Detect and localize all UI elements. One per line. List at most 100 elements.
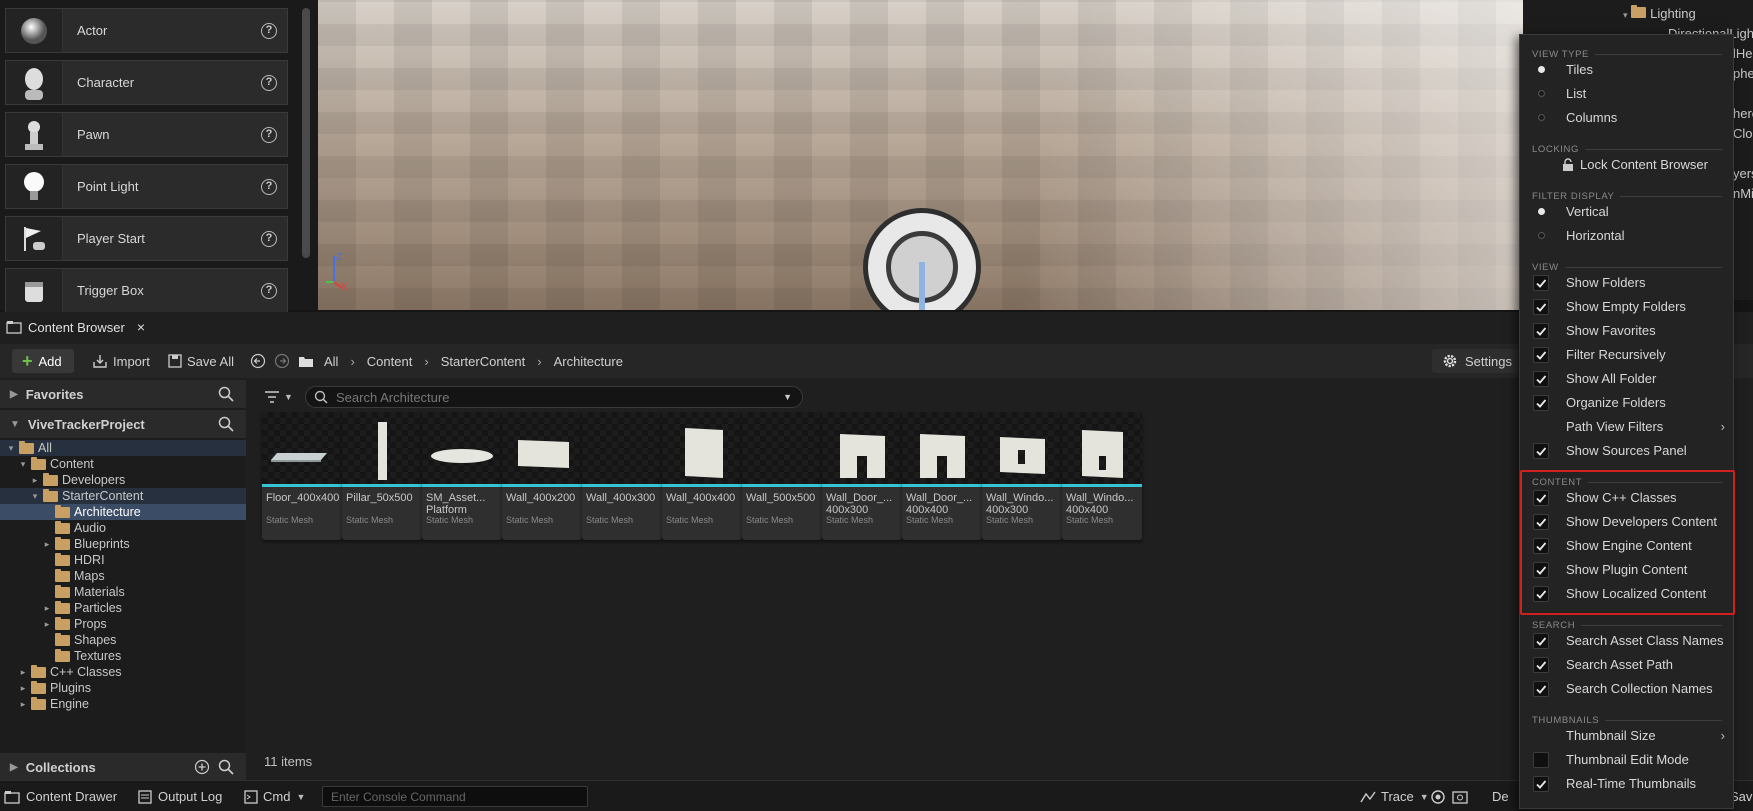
tree-item[interactable]: Maps bbox=[0, 568, 246, 584]
level-viewport[interactable]: Z X bbox=[318, 0, 1523, 310]
menu-item[interactable]: Show Empty Folders bbox=[1520, 295, 1733, 318]
place-actor-item[interactable]: Actor ? bbox=[5, 8, 288, 53]
chevron-down-icon[interactable]: ▾ bbox=[6, 443, 16, 454]
chevron-right-icon[interactable]: ▸ bbox=[42, 539, 52, 550]
close-icon[interactable]: × bbox=[137, 319, 145, 335]
breadcrumb-item[interactable]: StarterContent bbox=[441, 354, 526, 369]
tree-item[interactable]: ▾ All bbox=[0, 440, 246, 456]
menu-item[interactable]: Search Asset Path bbox=[1520, 653, 1733, 676]
menu-item[interactable]: Path View Filters › bbox=[1520, 415, 1733, 438]
help-icon[interactable]: ? bbox=[261, 74, 277, 91]
menu-item[interactable]: Show C++ Classes bbox=[1520, 486, 1733, 509]
menu-item[interactable]: Search Asset Class Names bbox=[1520, 629, 1733, 652]
tree-item[interactable]: ▸ Plugins bbox=[0, 680, 246, 696]
place-actor-item[interactable]: Player Start ? bbox=[5, 216, 288, 261]
menu-item[interactable]: Organize Folders bbox=[1520, 391, 1733, 414]
outliner-item-fragment[interactable]: yers bbox=[1733, 166, 1753, 181]
menu-item[interactable]: Show Folders bbox=[1520, 271, 1733, 294]
tree-item[interactable]: Materials bbox=[0, 584, 246, 600]
tree-item[interactable]: Textures bbox=[0, 648, 246, 664]
search-icon[interactable] bbox=[218, 416, 234, 432]
menu-item[interactable]: Vertical bbox=[1520, 200, 1733, 223]
menu-item[interactable]: Show Localized Content bbox=[1520, 582, 1733, 605]
asset-tile[interactable]: Floor_400x400 Static Mesh bbox=[262, 412, 342, 540]
outliner-item-fragment[interactable]: here bbox=[1733, 106, 1753, 121]
place-actor-item[interactable]: Point Light ? bbox=[5, 164, 288, 209]
place-actor-item[interactable]: Trigger Box ? bbox=[5, 268, 288, 313]
asset-tile[interactable]: Wall_Door_... 400x400 Static Mesh bbox=[902, 412, 982, 540]
tree-item[interactable]: ▾ Content bbox=[0, 456, 246, 472]
import-button[interactable]: Import bbox=[92, 349, 150, 373]
screenshot-button[interactable] bbox=[1452, 789, 1468, 805]
add-button[interactable]: + Add bbox=[12, 349, 74, 373]
menu-item[interactable]: Filter Recursively bbox=[1520, 343, 1733, 366]
chevron-right-icon[interactable]: ▸ bbox=[18, 683, 28, 694]
asset-tile[interactable]: Wall_400x400 Static Mesh bbox=[662, 412, 742, 540]
asset-tile[interactable]: Wall_Windo... 400x300 Static Mesh bbox=[982, 412, 1062, 540]
content-drawer-button[interactable]: Content Drawer bbox=[4, 789, 117, 804]
help-icon[interactable]: ? bbox=[261, 282, 277, 299]
filter-button[interactable]: ▼ bbox=[264, 390, 293, 404]
menu-item[interactable]: Show Favorites bbox=[1520, 319, 1733, 342]
place-actor-item[interactable]: Pawn ? bbox=[5, 112, 288, 157]
outliner-item-fragment[interactable]: Clou bbox=[1733, 126, 1753, 141]
menu-item[interactable]: Show Developers Content bbox=[1520, 510, 1733, 533]
record-button[interactable] bbox=[1430, 789, 1446, 805]
outliner-item-fragment[interactable]: pher bbox=[1733, 66, 1753, 81]
menu-item[interactable]: Search Collection Names bbox=[1520, 677, 1733, 700]
chevron-right-icon[interactable]: ▸ bbox=[42, 619, 52, 630]
menu-item[interactable]: Columns bbox=[1520, 106, 1733, 129]
tree-item[interactable]: ▸ C++ Classes bbox=[0, 664, 246, 680]
menu-item[interactable]: Show All Folder bbox=[1520, 367, 1733, 390]
tree-item[interactable]: Shapes bbox=[0, 632, 246, 648]
asset-tile[interactable]: Wall_500x500 Static Mesh bbox=[742, 412, 822, 540]
menu-item[interactable]: Show Plugin Content bbox=[1520, 558, 1733, 581]
search-icon[interactable] bbox=[218, 386, 234, 402]
asset-tile[interactable]: SM_Asset... Platform Static Mesh bbox=[422, 412, 502, 540]
asset-search-input[interactable]: Search Architecture ▼ bbox=[305, 386, 803, 408]
chevron-right-icon[interactable]: ▸ bbox=[42, 603, 52, 614]
tree-item[interactable]: ▾ StarterContent bbox=[0, 488, 246, 504]
help-icon[interactable]: ? bbox=[261, 126, 277, 143]
help-icon[interactable]: ? bbox=[261, 230, 277, 247]
tree-item[interactable]: ▸ Engine bbox=[0, 696, 246, 712]
asset-tile[interactable]: Wall_400x300 Static Mesh bbox=[582, 412, 662, 540]
tab-content-browser[interactable]: Content Browser × bbox=[0, 312, 152, 342]
asset-tile[interactable]: Wall_Windo... 400x400 Static Mesh bbox=[1062, 412, 1142, 540]
derived-data-button[interactable]: De bbox=[1492, 789, 1509, 804]
asset-tile[interactable]: Pillar_50x500 Static Mesh bbox=[342, 412, 422, 540]
menu-item[interactable]: Thumbnail Edit Mode bbox=[1520, 748, 1733, 771]
help-icon[interactable]: ? bbox=[261, 178, 277, 195]
cmd-dropdown[interactable]: Cmd ▼ bbox=[244, 789, 305, 804]
breadcrumb-item[interactable]: All bbox=[324, 354, 338, 369]
help-icon[interactable]: ? bbox=[261, 22, 277, 39]
tree-item[interactable]: ▸ Blueprints bbox=[0, 536, 246, 552]
outliner-item-fragment[interactable]: nMi bbox=[1733, 186, 1753, 201]
add-collection-icon[interactable] bbox=[194, 759, 210, 775]
chevron-down-icon[interactable]: ▾ bbox=[30, 491, 40, 502]
chevron-down-icon[interactable]: ▾ bbox=[18, 459, 28, 470]
console-command-input[interactable]: Enter Console Command bbox=[322, 786, 588, 807]
asset-tile[interactable]: Wall_400x200 Static Mesh bbox=[502, 412, 582, 540]
outliner-item-fragment[interactable]: lHei bbox=[1733, 46, 1753, 61]
menu-item[interactable]: Tiles bbox=[1520, 58, 1733, 81]
menu-item[interactable]: Horizontal bbox=[1520, 224, 1733, 247]
chevron-right-icon[interactable]: ▸ bbox=[18, 667, 28, 678]
menu-item[interactable]: Thumbnail Size › bbox=[1520, 724, 1733, 747]
tree-item[interactable]: ▸ Particles bbox=[0, 600, 246, 616]
back-button[interactable] bbox=[250, 349, 266, 373]
outliner-item-lighting[interactable]: ▾ Lighting bbox=[1623, 5, 1696, 21]
menu-item[interactable]: List bbox=[1520, 82, 1733, 105]
breadcrumb-item[interactable]: Architecture bbox=[554, 354, 623, 369]
tree-item[interactable]: HDRI bbox=[0, 552, 246, 568]
search-icon[interactable] bbox=[218, 759, 234, 775]
menu-item[interactable]: Real-Time Thumbnails bbox=[1520, 772, 1733, 795]
project-header[interactable]: ▼ ViveTrackerProject bbox=[0, 410, 246, 438]
tree-item[interactable]: Audio bbox=[0, 520, 246, 536]
favorites-header[interactable]: ▶ Favorites bbox=[0, 380, 246, 408]
forward-button[interactable] bbox=[274, 349, 290, 373]
menu-item[interactable]: Lock Content Browser bbox=[1520, 153, 1733, 176]
collections-header[interactable]: ▶ Collections bbox=[0, 753, 246, 781]
place-actor-item[interactable]: Character ? bbox=[5, 60, 288, 105]
asset-tile[interactable]: Wall_Door_... 400x300 Static Mesh bbox=[822, 412, 902, 540]
